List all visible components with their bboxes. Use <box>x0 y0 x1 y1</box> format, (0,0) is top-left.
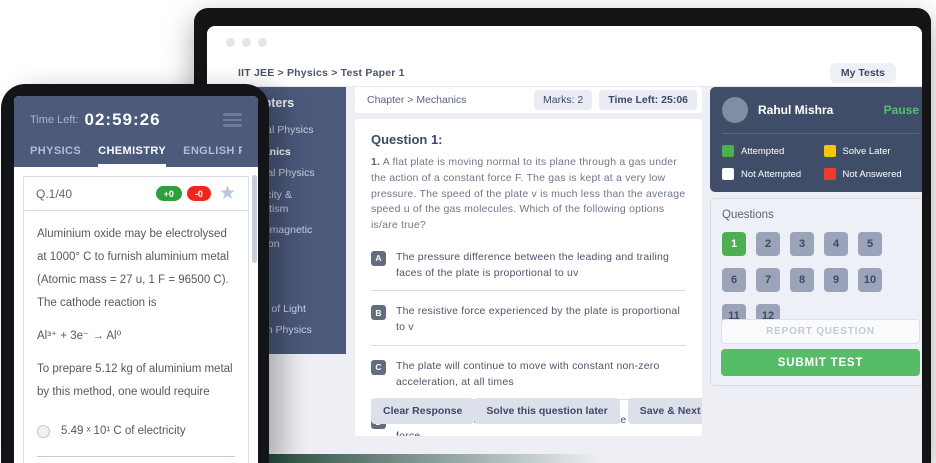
save-next-button[interactable]: Save & Next <box>628 398 702 424</box>
mobile-option-text: 5.49 ˣ 10¹ C of electricity <box>61 420 186 443</box>
legend-swatch <box>722 145 734 157</box>
question-counter: Q.1/40 <box>36 187 151 201</box>
option-text: The resistive force experienced by the p… <box>396 304 686 336</box>
subject-tab[interactable]: PHYSICS <box>30 145 81 167</box>
option-letter-badge: B <box>371 305 386 320</box>
legend-item: Attempted <box>722 145 818 157</box>
window-control-icon <box>226 38 235 47</box>
legend-swatch <box>824 145 836 157</box>
positive-marks-badge: +0 <box>156 186 182 201</box>
bookmark-star-icon[interactable]: ★ <box>219 184 236 203</box>
mobile-question-card: Q.1/40 +0 -0 ★ Aluminium oxide may be el… <box>23 176 249 463</box>
question-number-cell[interactable]: 8 <box>790 268 814 292</box>
option-divider <box>371 290 686 291</box>
legend-swatch <box>722 168 734 180</box>
mobile-question-body: Aluminium oxide may be electrolysed at 1… <box>24 211 248 463</box>
question-number-cell[interactable]: 3 <box>790 232 814 256</box>
legend-item: Not Answered <box>824 168 920 180</box>
answer-option-block: A The pressure difference between the le… <box>371 250 686 292</box>
window-control-icon <box>242 38 251 47</box>
subject-tab[interactable]: CHEMISTRY <box>98 145 166 167</box>
mobile-answer-options: 5.49 ˣ 10¹ C of electricity 5.49 ˣ 10⁴ C… <box>37 420 235 463</box>
question-title: Question 1: <box>371 132 686 147</box>
question-footer: Clear Response Solve this question later… <box>371 398 686 424</box>
chemical-equation: Al³⁺ + 3e⁻ → Al⁰ <box>37 325 235 348</box>
legend-label: Solve Later <box>843 146 891 157</box>
chapter-breadcrumb: Chapter > Mechanics <box>367 94 527 106</box>
window-control-icon <box>258 38 267 47</box>
question-number-cell[interactable]: 10 <box>858 268 882 292</box>
mobile-question-text: Aluminium oxide may be electrolysed at 1… <box>37 223 235 315</box>
my-tests-button[interactable]: My Tests <box>830 63 896 83</box>
mobile-option-divider <box>37 456 235 457</box>
test-app: IIT JEE > Physics > Test Paper 1 My Test… <box>207 26 922 463</box>
user-name: Rahul Mishra <box>758 103 874 117</box>
answer-option[interactable]: B The resistive force experienced by the… <box>371 304 686 336</box>
question-text: 1. A flat plate is moving normal to its … <box>371 155 686 234</box>
clear-response-button[interactable]: Clear Response <box>371 398 474 424</box>
answer-option[interactable]: C The plate will continue to move with c… <box>371 359 686 391</box>
submit-test-button[interactable]: SUBMIT TEST <box>721 349 920 376</box>
option-text: The plate will continue to move with con… <box>396 359 686 391</box>
desktop-window: IIT JEE > Physics > Test Paper 1 My Test… <box>194 8 931 463</box>
mobile-option-block: 5.49 ˣ 10¹ C of electricity <box>37 420 235 457</box>
scrollbar[interactable] <box>252 175 257 263</box>
report-question-button[interactable]: REPORT QUESTION <box>721 319 920 344</box>
mobile-time-left-label: Time Left: <box>30 114 79 126</box>
question-number-cell[interactable]: 4 <box>824 232 848 256</box>
radio-button-icon[interactable] <box>37 425 50 438</box>
menu-icon[interactable] <box>223 110 242 130</box>
window-titlebar <box>207 26 922 59</box>
legend-label: Not Answered <box>843 169 902 180</box>
legend-item: Not Attempted <box>722 168 818 180</box>
question-number-cell[interactable]: 7 <box>756 268 780 292</box>
mobile-question-header: Q.1/40 +0 -0 ★ <box>24 177 248 211</box>
subject-tabs: PHYSICS CHEMISTRY ENGLISH PROFICIENCY <box>30 145 242 167</box>
questions-panel: Questions 123456789101112 REPORT QUESTIO… <box>710 198 922 386</box>
answer-option-block: B The resistive force experienced by the… <box>371 304 686 346</box>
phone-mockup: Time Left: 02:59:26 PHYSICS CHEMISTRY ENGL… <box>1 84 269 463</box>
legend-item: Solve Later <box>824 145 920 157</box>
mobile-answer-option[interactable]: 5.49 ˣ 10¹ C of electricity <box>37 420 235 443</box>
user-card: Rahul Mishra Pause Attempted Solve Later <box>710 87 922 192</box>
question-number-cell[interactable]: 9 <box>824 268 848 292</box>
time-left-badge: Time Left: 25:06 <box>599 90 697 110</box>
question-number-cell[interactable]: 6 <box>722 268 746 292</box>
question-number: 1. <box>371 156 380 168</box>
negative-marks-badge: -0 <box>187 186 211 201</box>
question-number-grid: 123456789101112 <box>722 232 919 328</box>
stage: IIT JEE > Physics > Test Paper 1 My Test… <box>0 0 936 463</box>
mobile-timer: 02:59:26 <box>85 110 224 130</box>
legend-swatch <box>824 168 836 180</box>
breadcrumb-bar: IIT JEE > Physics > Test Paper 1 My Test… <box>207 59 922 87</box>
mobile-header: Time Left: 02:59:26 PHYSICS CHEMISTRY ENGL… <box>14 96 258 167</box>
legend-label: Attempted <box>741 146 784 157</box>
question-card: Question 1: 1. A flat plate is moving no… <box>355 119 702 436</box>
option-letter-badge: A <box>371 251 386 266</box>
questions-title: Questions <box>722 209 919 221</box>
answer-option-block: C The plate will continue to move with c… <box>371 359 686 401</box>
mobile-question-text-2: To prepare 5.12 kg of aluminium metal by… <box>37 358 235 404</box>
app-content: Chapters General Physics Mechanics Therm… <box>207 87 922 463</box>
phone-screen: Time Left: 02:59:26 PHYSICS CHEMISTRY ENGL… <box>14 96 258 463</box>
solve-later-button[interactable]: Solve this question later <box>474 398 619 424</box>
status-legend: Attempted Solve Later Not Attempted No <box>722 145 919 180</box>
mobile-content: Q.1/40 +0 -0 ★ Aluminium oxide may be el… <box>14 167 258 463</box>
status-panel: Rahul Mishra Pause Attempted Solve Later <box>710 87 922 386</box>
question-number-cell[interactable]: 2 <box>756 232 780 256</box>
avatar <box>722 97 748 123</box>
option-letter-badge: C <box>371 360 386 375</box>
question-panel: Chapter > Mechanics Marks: 2 Time Left: … <box>355 87 702 436</box>
pause-button[interactable]: Pause <box>884 103 919 117</box>
question-number-cell[interactable]: 1 <box>722 232 746 256</box>
question-panel-header: Chapter > Mechanics Marks: 2 Time Left: … <box>355 87 702 113</box>
subject-tab[interactable]: ENGLISH PROFICIENCY <box>183 145 242 167</box>
option-divider <box>371 345 686 346</box>
marks-badge: Marks: 2 <box>534 90 592 110</box>
question-number-cell[interactable]: 5 <box>858 232 882 256</box>
option-text: The pressure difference between the lead… <box>396 250 686 282</box>
breadcrumb[interactable]: IIT JEE > Physics > Test Paper 1 <box>238 67 405 79</box>
legend-label: Not Attempted <box>741 169 801 180</box>
answer-option[interactable]: A The pressure difference between the le… <box>371 250 686 282</box>
